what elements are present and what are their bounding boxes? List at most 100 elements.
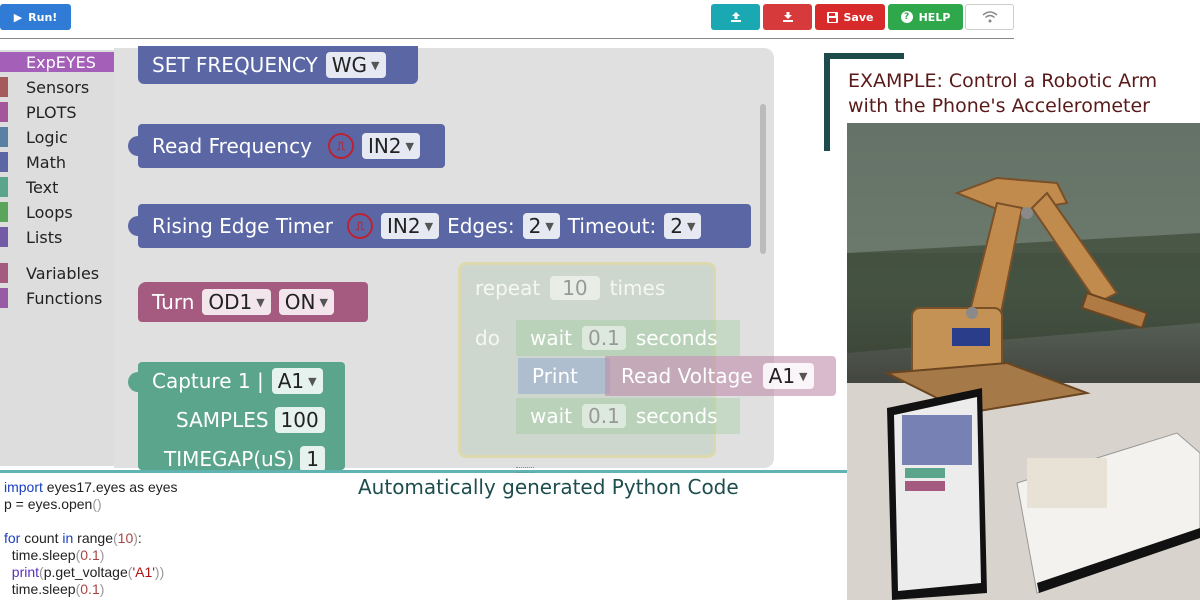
workspace-scrollbar[interactable] xyxy=(760,104,766,254)
category-swatch xyxy=(0,77,8,97)
code-number: 10 xyxy=(117,530,134,546)
category-swatch xyxy=(0,202,8,222)
code-string: 'A1' xyxy=(132,564,155,580)
code-paren: )) xyxy=(154,564,165,580)
example-bracket xyxy=(824,53,830,151)
dropdown-value: ON xyxy=(284,290,316,314)
toolbox-item-loops[interactable]: Loops xyxy=(0,202,114,222)
ghost-repeat-row: repeat 10 times xyxy=(475,276,665,300)
dropdown-arrow-icon: ▼ xyxy=(686,219,696,233)
example-caption-line1: EXAMPLE: Control a Robotic Arm xyxy=(848,70,1158,92)
toolbar-divider xyxy=(0,38,1014,39)
dropdown-arrow-icon: ▼ xyxy=(371,58,380,72)
turn-block[interactable]: Turn OD1 ▼ ON ▼ xyxy=(138,282,368,322)
set-frequency-block[interactable]: SET FREQUENCY WG ▼ xyxy=(138,46,418,84)
toolbox-item-sensors[interactable]: Sensors xyxy=(0,77,114,97)
run-button[interactable]: ▶ Run! xyxy=(0,4,71,30)
toolbox-item-functions[interactable]: Functions xyxy=(0,288,114,308)
on-dropdown[interactable]: ON ▼ xyxy=(278,289,334,315)
ghost-print: Print xyxy=(518,358,610,394)
do-label: do xyxy=(475,326,500,350)
code-paren: () xyxy=(92,496,102,512)
square-wave-icon: ⎍ xyxy=(347,213,374,239)
dropdown-arrow-icon: ▼ xyxy=(319,295,328,309)
ghost-wait1: wait 0.1 seconds xyxy=(516,320,740,356)
repeat-count: 10 xyxy=(550,276,600,300)
block-label: Read Frequency xyxy=(152,134,312,158)
toolbox-item-plots[interactable]: PLOTS xyxy=(0,102,114,122)
upload-icon xyxy=(730,12,741,22)
code-keyword: for xyxy=(4,530,21,546)
question-icon: ? xyxy=(900,11,913,23)
toolbox-label: Loops xyxy=(26,202,73,222)
code-line: p = eyes.open() xyxy=(4,496,102,512)
block-label: Turn xyxy=(152,290,195,314)
toolbox-item-math[interactable]: Math xyxy=(0,152,114,172)
code-line: time.sleep(0.1) xyxy=(4,581,105,597)
floppy-icon xyxy=(826,11,838,23)
block-label: Capture 1 | xyxy=(152,369,264,393)
dropdown-value: A1 xyxy=(768,364,796,388)
timegap-row: TIMEGAP(uS) 1 xyxy=(164,446,325,472)
ghost-read-voltage: Read Voltage A1 ▼ xyxy=(605,356,836,396)
wg-dropdown[interactable]: WG ▼ xyxy=(325,52,386,78)
robotic-arm-photo xyxy=(847,123,1200,600)
code-line: for count in range(10): xyxy=(4,530,142,546)
category-swatch xyxy=(0,127,8,147)
download-button[interactable] xyxy=(763,4,812,30)
category-swatch xyxy=(0,152,8,172)
toolbox-item-lists[interactable]: Lists xyxy=(0,227,114,247)
toolbox-label: Variables xyxy=(26,263,100,283)
dropdown-value: WG xyxy=(331,53,368,77)
toolbox-label: Functions xyxy=(26,288,103,308)
dropdown-value: OD1 xyxy=(208,290,253,314)
edges-dropdown[interactable]: 2 ▼ xyxy=(522,213,560,239)
channel-dropdown[interactable]: A1 ▼ xyxy=(271,368,323,394)
capture-block[interactable]: Capture 1 | A1 ▼ SAMPLES 100 TIMEGAP(uS) … xyxy=(128,362,345,472)
code-keyword: in xyxy=(62,530,74,546)
code-number: 0.1 xyxy=(80,581,100,597)
toolbox-item-text[interactable]: Text xyxy=(0,177,114,197)
dropdown-value: A1 xyxy=(277,369,305,393)
wait-label: wait xyxy=(530,326,573,350)
help-button[interactable]: ? HELP xyxy=(888,4,963,30)
samples-label: SAMPLES xyxy=(176,408,269,432)
connection-button[interactable] xyxy=(965,4,1014,30)
in2-dropdown[interactable]: IN2 ▼ xyxy=(361,133,420,159)
example-caption-line2: with the Phone's Accelerometer xyxy=(848,95,1150,117)
save-button[interactable]: Save xyxy=(815,4,885,30)
in2-dropdown[interactable]: IN2 ▼ xyxy=(381,213,440,239)
panel-resize-handle[interactable] xyxy=(516,467,534,473)
square-wave-icon: ⎍ xyxy=(327,133,354,159)
toolbox-item-variables[interactable]: Variables xyxy=(0,263,114,283)
dropdown-value: 2 xyxy=(528,214,542,238)
blockly-workspace[interactable]: ExpEYES Sensors PLOTS Logic Math Text Lo… xyxy=(0,44,848,472)
code-text: time.sleep xyxy=(4,547,76,563)
code-paren: ) xyxy=(99,547,105,563)
print-label: Print xyxy=(532,364,579,388)
block-label: Rising Edge Timer xyxy=(152,214,334,238)
ghost-wait2: wait 0.1 seconds xyxy=(516,398,740,434)
code-line: time.sleep(0.1) xyxy=(4,547,105,563)
category-swatch xyxy=(0,288,8,308)
dropdown-arrow-icon: ▼ xyxy=(424,219,434,233)
code-text: p = eyes.open xyxy=(4,496,93,512)
toolbox-item-logic[interactable]: Logic xyxy=(0,127,114,147)
timegap-input[interactable]: 1 xyxy=(300,446,325,472)
code-panel-title: Automatically generated Python Code xyxy=(358,475,739,499)
code-keyword: import xyxy=(4,479,43,495)
timeout-dropdown[interactable]: 2 ▼ xyxy=(664,213,702,239)
code-colon: : xyxy=(137,530,142,546)
upload-button[interactable] xyxy=(711,4,760,30)
download-icon xyxy=(782,12,793,22)
rising-edge-timer-block[interactable]: Rising Edge Timer ⎍ IN2 ▼ Edges: 2 ▼ Timeo… xyxy=(128,204,751,248)
samples-input[interactable]: 100 xyxy=(274,407,325,433)
help-label: HELP xyxy=(918,10,951,24)
toolbox-label: Logic xyxy=(26,127,68,147)
code-builtin: print xyxy=(4,564,40,580)
read-frequency-block[interactable]: Read Frequency ⎍ IN2 ▼ xyxy=(128,124,445,168)
dropdown-value: 2 xyxy=(670,214,683,238)
code-text: count xyxy=(20,530,63,546)
od1-dropdown[interactable]: OD1 ▼ xyxy=(202,289,271,315)
toolbox-item-expeyes[interactable]: ExpEYES xyxy=(0,52,114,72)
